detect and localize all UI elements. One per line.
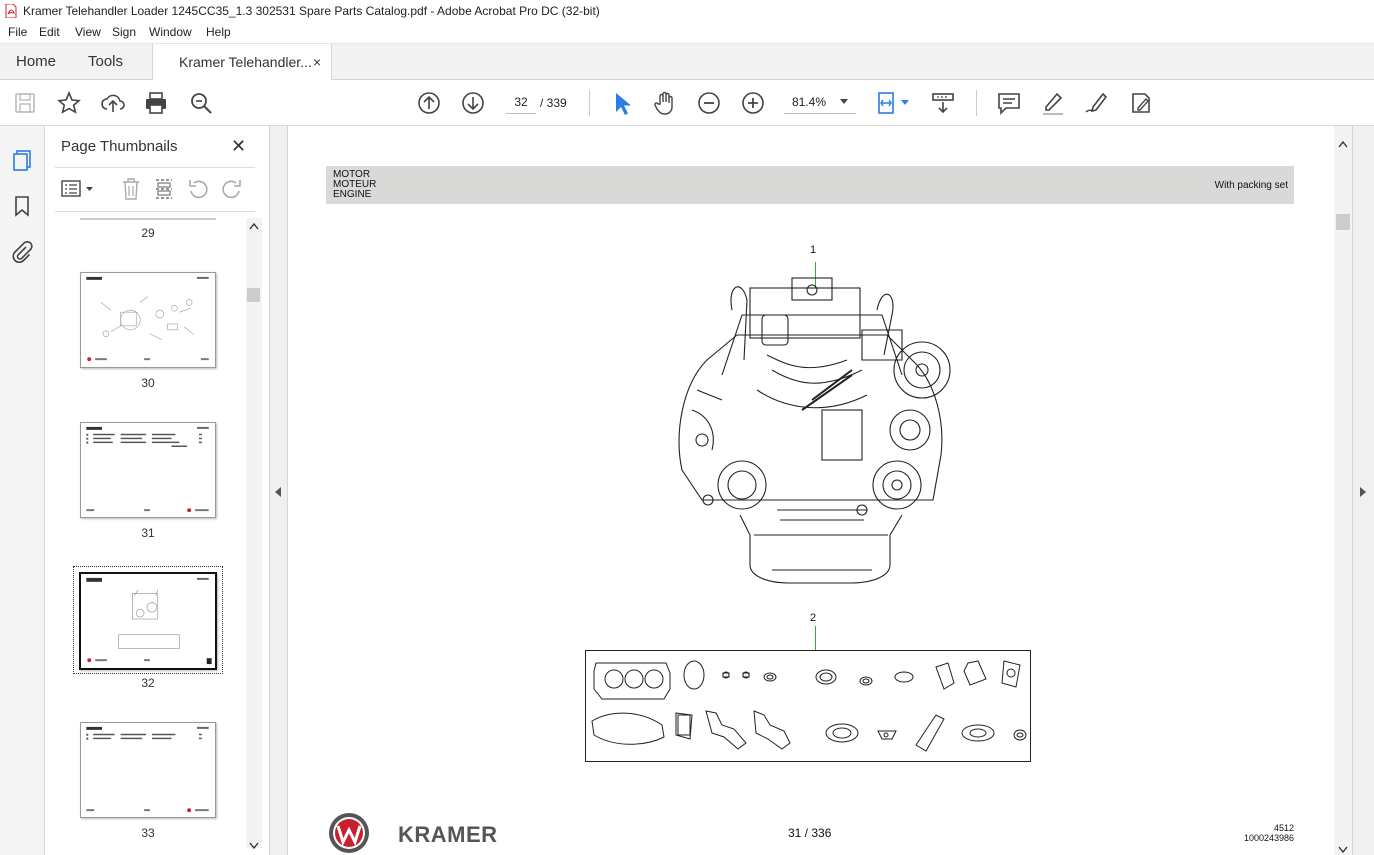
comment-icon[interactable] [996, 90, 1022, 116]
menu-edit[interactable]: Edit [39, 25, 60, 39]
panel-collapse-handle[interactable] [270, 126, 288, 855]
zoom-level-select[interactable]: 81.4% [784, 90, 856, 114]
panel-divider [55, 167, 255, 168]
tab-close-icon[interactable]: × [313, 44, 321, 80]
menu-bar: File Edit View Sign Window Help [0, 22, 1374, 44]
panel-close-icon[interactable]: ✕ [231, 136, 246, 157]
select-cursor-icon[interactable] [608, 90, 634, 116]
page-number-input[interactable]: 32 [506, 90, 536, 114]
document-scrollbar[interactable] [1334, 126, 1352, 855]
pdf-page-number: 31 / 336 [788, 826, 832, 840]
fit-page-icon[interactable] [876, 90, 912, 116]
kramer-wordmark: KRAMER [398, 822, 498, 847]
attachments-paperclip-icon[interactable] [10, 240, 34, 264]
thumbnail-page-31[interactable] [80, 422, 216, 518]
rotate-counterclockwise-icon[interactable] [187, 177, 209, 201]
collapse-left-arrow-icon[interactable] [274, 486, 282, 498]
page-thumbnails-panel: Page Thumbnails ✕ 29 30 31 32 33 [45, 126, 270, 855]
print-icon[interactable] [143, 90, 169, 116]
thumbnail-content [86, 726, 209, 813]
thumbnail-content [86, 276, 209, 362]
scroll-up-arrow-icon[interactable] [249, 222, 259, 230]
right-tools-pane-handle[interactable] [1352, 126, 1374, 855]
scrollbar-thumb[interactable] [247, 288, 260, 302]
header-line-engine: ENGINE [333, 189, 372, 200]
highlight-pen-icon[interactable] [1040, 90, 1066, 116]
scroll-down-arrow-icon[interactable] [249, 842, 259, 850]
thumbnail-label-29: 29 [141, 226, 155, 240]
navigation-rail [0, 126, 45, 855]
pdf-page-header: MOTOR MOTEUR ENGINE With packing set [326, 166, 1294, 204]
gasket-set-illustration [585, 650, 1031, 762]
window-title: Kramer Telehandler Loader 1245CC35_1.3 3… [23, 4, 600, 18]
acrobat-icon [5, 4, 17, 18]
fill-sign-icon[interactable] [1128, 90, 1154, 116]
menu-view[interactable]: View [75, 25, 101, 39]
thumbnail-content [86, 577, 212, 665]
menu-help[interactable]: Help [206, 25, 231, 39]
engine-illustration [678, 277, 951, 584]
gasket-parts-drawing [591, 660, 1027, 752]
thumbnail-label-30: 30 [141, 376, 155, 390]
previous-page-icon[interactable] [416, 90, 442, 116]
callout-leader-2 [815, 626, 816, 650]
thumbnail-label-31: 31 [141, 526, 155, 540]
scroll-mode-icon[interactable] [930, 90, 956, 116]
zoom-level-value: 81.4% [792, 95, 827, 109]
scroll-up-arrow-icon[interactable] [1338, 140, 1348, 148]
callout-2: 2 [810, 612, 817, 624]
chevron-down-icon [840, 99, 848, 104]
extract-pages-icon[interactable] [153, 177, 175, 201]
document-code-1: 4512 [1274, 823, 1295, 833]
next-page-icon[interactable] [460, 90, 486, 116]
save-icon[interactable] [12, 90, 38, 116]
toolbar-divider [976, 90, 977, 116]
title-bar: Kramer Telehandler Loader 1245CC35_1.3 3… [0, 0, 1374, 22]
toolbar: 32 / 339 81.4% [0, 80, 1374, 126]
thumbnail-label-32: 32 [141, 676, 155, 690]
kramer-logo-icon [329, 813, 369, 853]
scrollbar-thumb[interactable] [1336, 214, 1350, 230]
thumbnail-content [86, 426, 209, 513]
thumbnail-page-33[interactable] [80, 722, 216, 818]
tab-bar: Home Tools Kramer Telehandler... × [0, 44, 1374, 81]
callout-1: 1 [810, 244, 817, 256]
pdf-document-codes: 4512 1000243986 [1244, 823, 1294, 843]
thumbnail-scrollbar[interactable] [246, 218, 262, 850]
thumbnail-label-33: 33 [141, 826, 155, 840]
zoom-in-icon[interactable] [740, 90, 766, 116]
thumbnail-page-29-edge[interactable] [80, 218, 216, 220]
expand-right-arrow-icon[interactable] [1359, 486, 1367, 498]
thumbnail-page-32-selected[interactable] [79, 572, 217, 670]
panel-title: Page Thumbnails [61, 138, 178, 155]
tab-document-label: Kramer Telehandler... [179, 54, 312, 70]
scroll-down-arrow-icon[interactable] [1338, 846, 1348, 854]
page-thumbnails-icon[interactable] [10, 148, 34, 172]
zoom-out-icon[interactable] [696, 90, 722, 116]
tab-tools[interactable]: Tools [88, 44, 123, 80]
tab-home[interactable]: Home [16, 44, 56, 80]
bookmarks-icon[interactable] [10, 194, 34, 218]
header-right-note: With packing set [1214, 180, 1288, 191]
delete-trash-icon[interactable] [120, 177, 142, 201]
rotate-clockwise-icon[interactable] [221, 177, 243, 201]
menu-file[interactable]: File [8, 25, 27, 39]
thumbnail-page-30[interactable] [80, 272, 216, 368]
page-total: / 339 [540, 96, 567, 110]
toolbar-divider [589, 90, 590, 116]
menu-window[interactable]: Window [149, 25, 192, 39]
hand-tool-icon[interactable] [652, 90, 678, 116]
upload-cloud-icon[interactable] [100, 90, 126, 116]
menu-sign[interactable]: Sign [112, 25, 136, 39]
thumbnail-options-menu-icon[interactable] [61, 178, 95, 200]
draw-signature-icon[interactable] [1084, 90, 1110, 116]
bookmark-star-icon[interactable] [56, 90, 82, 116]
search-zoom-icon[interactable] [188, 90, 214, 116]
document-code-2: 1000243986 [1244, 833, 1295, 843]
panel-divider [55, 211, 255, 212]
tab-document[interactable]: Kramer Telehandler... × [152, 44, 332, 81]
